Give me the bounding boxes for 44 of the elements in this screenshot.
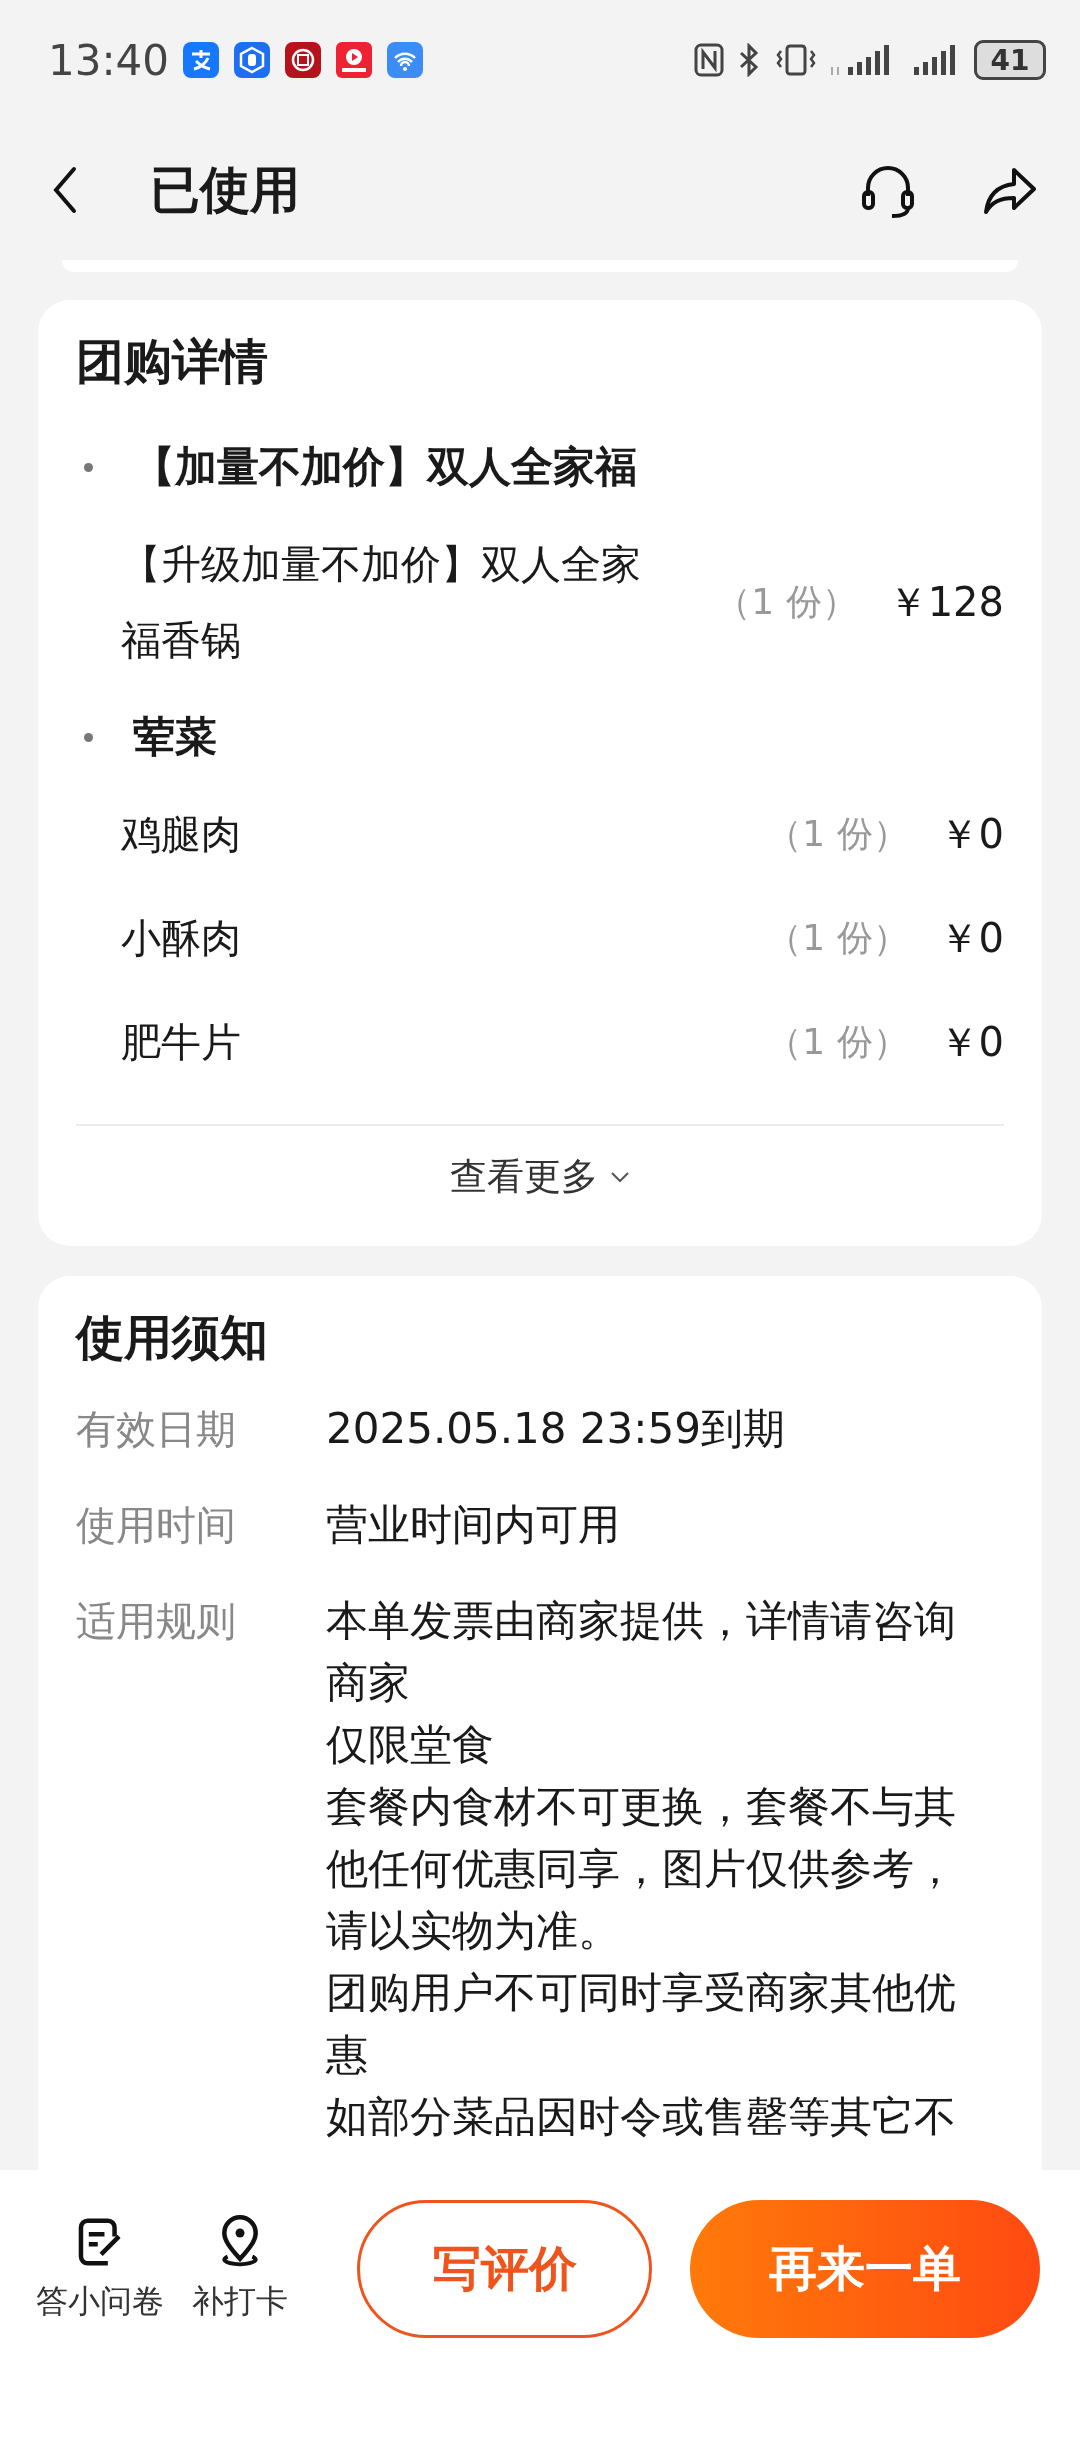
item-quantity: （1 份） <box>766 1019 909 1064</box>
signal-icon <box>912 43 956 77</box>
page-title: 已使用 <box>150 159 300 221</box>
app-notification-icon <box>336 42 373 78</box>
notice-label: 有效日期 <box>76 1405 237 1454</box>
bullet-icon <box>84 732 93 742</box>
review-button[interactable]: 写评价 <box>357 2200 652 2338</box>
card-title: 团购详情 <box>76 332 269 391</box>
nfc-icon <box>694 43 724 77</box>
notice-text: 如部分菜品因时令或售罄等其它不 <box>326 2091 957 2143</box>
notice-label: 使用时间 <box>76 1501 237 1550</box>
group-name: 【加量不加价】双人全家福 <box>133 441 637 493</box>
group-name: 荤菜 <box>133 711 217 763</box>
notice-text: 仅限堂食 <box>326 1719 495 1771</box>
notice-text: 营业时间内可用 <box>326 1499 621 1551</box>
app-notification-icon <box>387 42 424 78</box>
notice-text: 套餐内食材不可更换，套餐不与其他任何优惠同享，图片仅供参考，请以实物为准。 <box>326 1781 957 1957</box>
status-time: 13:40 <box>48 35 170 85</box>
item-quantity: （1 份） <box>766 915 909 960</box>
item-price: ￥128 <box>887 577 1004 627</box>
view-more-link[interactable]: 查看更多 <box>450 1152 630 1202</box>
item-name: 【升级加量不加价】双人全家福香锅 <box>121 540 642 665</box>
item-quantity: （1 份） <box>766 811 909 856</box>
card-title: 使用须知 <box>76 1308 269 1367</box>
notice-text: 团购用户不可同时享受商家其他优惠 <box>326 1967 957 2081</box>
item-price: ￥0 <box>938 809 1004 859</box>
action-button[interactable]: 补打卡 <box>192 2214 288 2324</box>
notice-label: 适用规则 <box>76 1597 237 1646</box>
app-notification-icon <box>234 42 271 78</box>
vibrate-icon <box>774 43 818 77</box>
chevron-down-icon <box>610 1171 630 1183</box>
bullet-icon <box>84 462 93 472</box>
notice-text: 2025.05.18 23:59到期 <box>326 1403 786 1455</box>
item-name: 鸡腿肉 <box>121 810 242 859</box>
battery-icon: 41 <box>974 40 1046 80</box>
item-price: ￥0 <box>938 1017 1004 1067</box>
app-notification-icon <box>285 42 322 78</box>
item-quantity: （1 份） <box>715 579 858 624</box>
item-name: 小酥肉 <box>121 914 242 963</box>
app-notification-icon <box>183 42 220 78</box>
item-name: 肥牛片 <box>121 1018 242 1067</box>
action-button[interactable]: 答小问卷 <box>36 2214 164 2324</box>
notice-text: 本单发票由商家提供，详情请咨询商家 <box>326 1595 957 1709</box>
item-price: ￥0 <box>938 913 1004 963</box>
